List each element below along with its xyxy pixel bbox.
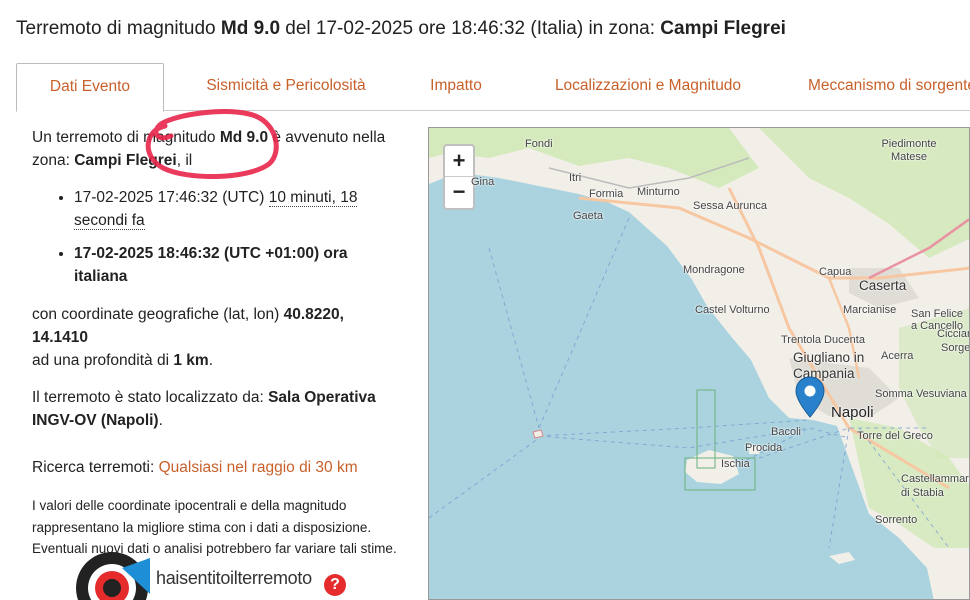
title-zone: Campi Flegrei xyxy=(660,18,786,39)
place-label: Torre del Greco xyxy=(857,430,933,442)
tab-localizzazioni[interactable]: Localizzazioni e Magnitudo xyxy=(524,63,772,111)
epicenter-marker-icon[interactable] xyxy=(795,376,825,418)
event-times: 17-02-2025 17:46:32 (UTC) 10 minuti, 18 … xyxy=(74,186,402,288)
place-label: Sorgenti xyxy=(941,342,970,354)
utc-time: 17-02-2025 17:46:32 (UTC) 10 minuti, 18 … xyxy=(74,186,402,232)
place-label: Fondi xyxy=(525,138,553,150)
event-magnitude: Md 9.0 xyxy=(219,129,269,146)
tab-sismicita[interactable]: Sismicità e Pericolosità xyxy=(176,63,396,111)
place-label: Ischia xyxy=(721,458,750,470)
place-label: Minturno xyxy=(637,186,680,198)
map-tiles xyxy=(429,128,969,599)
place-label: Gina xyxy=(471,176,495,188)
place-label: Mondragone xyxy=(683,264,745,276)
event-map[interactable]: + − Fondi Itri Formia Minturno Gaeta Ses… xyxy=(428,127,970,600)
place-label: Somma Vesuviana xyxy=(875,388,967,400)
place-label: Caserta xyxy=(859,278,907,293)
place-label: Cicciano xyxy=(937,328,969,340)
event-zone: Campi Flegrei xyxy=(74,152,177,169)
place-label: Gaeta xyxy=(573,210,603,222)
place-label: Trentola Ducenta xyxy=(781,334,865,346)
place-label: Napoli xyxy=(831,404,874,421)
place-label: Marcianise xyxy=(843,304,897,316)
place-label: Formia xyxy=(589,188,624,200)
tab-meccanismo[interactable]: Meccanismo di sorgente xyxy=(792,63,970,111)
zoom-in-button[interactable]: + xyxy=(445,146,473,177)
place-label: Procida xyxy=(745,442,783,454)
depth-value: 1 km xyxy=(173,352,209,369)
local-time: 17-02-2025 18:46:32 (UTC +01:00) ora ita… xyxy=(74,242,402,288)
help-icon[interactable]: ? xyxy=(324,574,346,596)
place-label: Acerra xyxy=(881,350,914,362)
event-located-by: Il terremoto è stato localizzato da: Sal… xyxy=(32,389,376,429)
search-row: Ricerca terremoti: Qualsiasi nel raggio … xyxy=(32,459,358,476)
place-label: Sessa Aurunca xyxy=(693,200,767,212)
place-label: Capua xyxy=(819,266,852,278)
haisentito-logo-icon xyxy=(76,552,150,600)
place-label: Castellammare di Stabia xyxy=(901,473,970,499)
event-coordinates: con coordinate geografiche (lat, lon) 40… xyxy=(32,306,344,369)
search-radius-link[interactable]: Qualsiasi nel raggio di 30 km xyxy=(159,459,358,476)
title-magnitude: Md 9.0 xyxy=(220,18,281,39)
event-intro: Un terremoto di magnitudo Md 9.0 è avven… xyxy=(32,129,386,169)
tab-impatto[interactable]: Impatto xyxy=(408,63,504,111)
place-label: Bacoli xyxy=(771,426,801,438)
haisentito-banner[interactable]: haisentitoilterremoto ? xyxy=(76,548,366,600)
page-title: Terremoto di magnitudo Md 9.0 del 17-02-… xyxy=(16,18,786,39)
tab-dati-evento[interactable]: Dati Evento xyxy=(16,63,164,112)
place-label: Piedimonte Matese xyxy=(881,138,937,163)
tab-bar: Dati Evento Sismicità e Pericolosità Imp… xyxy=(16,63,970,112)
haisentito-brand: haisentitoilterremoto xyxy=(156,568,312,588)
zoom-out-button[interactable]: − xyxy=(445,177,473,208)
event-details: Un terremoto di magnitudo Md 9.0 è avven… xyxy=(32,126,402,574)
place-label: Castel Volturno xyxy=(695,304,770,316)
place-label: Sorrento xyxy=(875,514,918,526)
place-label: Itri xyxy=(569,172,582,184)
